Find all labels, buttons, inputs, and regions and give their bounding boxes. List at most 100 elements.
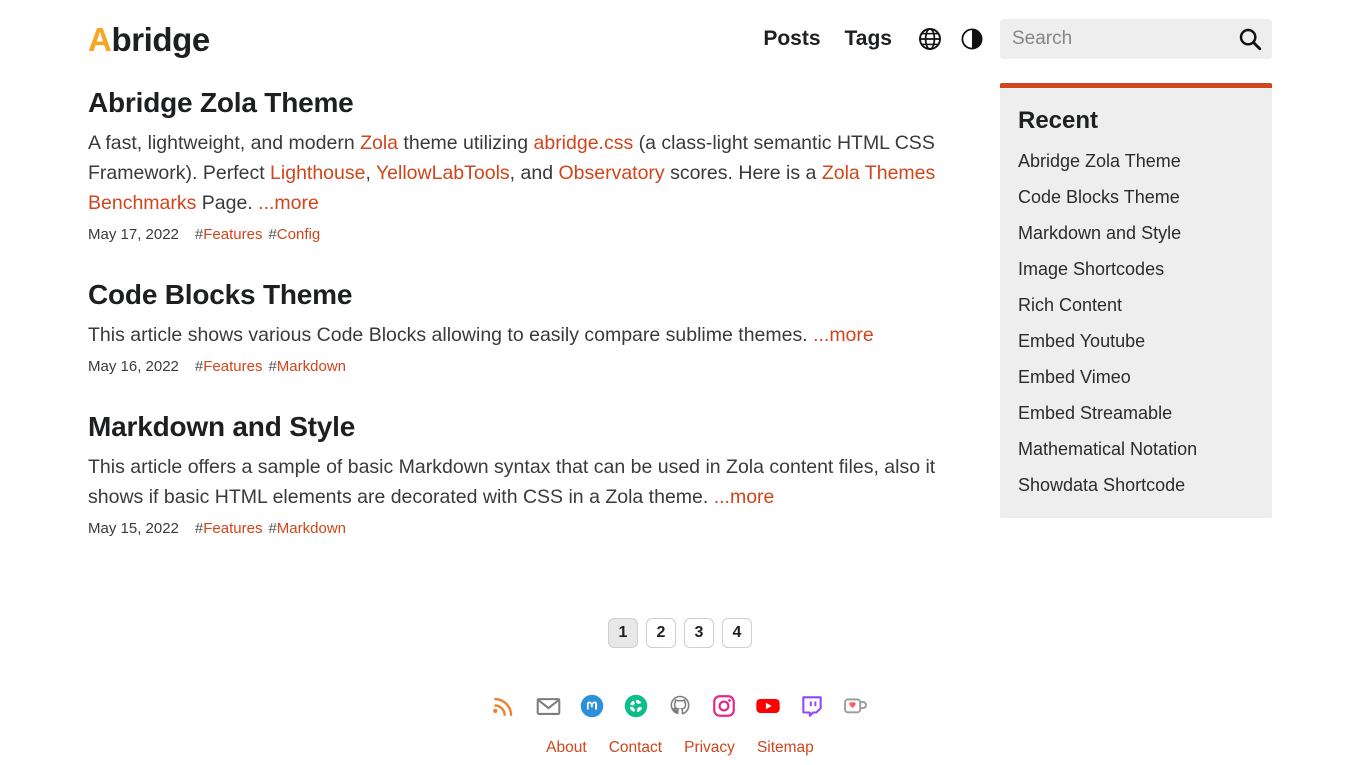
sidebar-list-item: Abridge Zola Theme bbox=[1018, 150, 1254, 172]
pagination-page-1[interactable]: 1 bbox=[608, 618, 638, 648]
tag-hash: # bbox=[194, 520, 204, 537]
search-input[interactable] bbox=[1000, 20, 1272, 58]
post-summary-text: This article offers a sample of basic Ma… bbox=[88, 456, 936, 508]
sidebar-list-item: Rich Content bbox=[1018, 294, 1254, 316]
post-summary: This article shows various Code Blocks a… bbox=[88, 320, 968, 350]
post-date: May 17, 2022 bbox=[88, 226, 179, 243]
page-root: Abridge Posts Tags Search Abridge Zola T… bbox=[0, 0, 1360, 765]
sidebar-list-item: Embed Streamable bbox=[1018, 402, 1254, 424]
tag-hash: # bbox=[268, 226, 277, 243]
social-links bbox=[489, 686, 871, 726]
pagination-page-4[interactable]: 4 bbox=[722, 618, 752, 648]
sidebar-list: Abridge Zola Theme Code Blocks Theme Markd… bbox=[1018, 150, 1254, 496]
inline-link[interactable]: YellowLabTools bbox=[376, 162, 510, 184]
tag-hash: # bbox=[268, 520, 277, 537]
mastodon-icon[interactable] bbox=[577, 691, 607, 721]
tag-label: Markdown bbox=[276, 358, 346, 375]
rss-icon[interactable] bbox=[489, 691, 519, 721]
sidebar-link-4[interactable]: Rich Content bbox=[1018, 295, 1122, 315]
post-tags: #Features #Config bbox=[195, 224, 320, 246]
inline-link[interactable]: Lighthouse bbox=[270, 162, 365, 184]
sidebar-list-item: Embed Youtube bbox=[1018, 330, 1254, 352]
post-summary: This article offers a sample of basic Ma… bbox=[88, 452, 968, 512]
main-nav: Posts Tags bbox=[763, 18, 1272, 60]
pagination-page-3[interactable]: 3 bbox=[684, 618, 714, 648]
tag-label: Features bbox=[203, 358, 263, 375]
footer-link-sitemap[interactable]: Sitemap bbox=[757, 739, 814, 757]
post-date: May 16, 2022 bbox=[88, 358, 179, 375]
tag-label: Config bbox=[276, 226, 321, 243]
email-icon[interactable] bbox=[533, 691, 563, 721]
read-more-link[interactable]: ...more bbox=[258, 192, 319, 214]
post-tag[interactable]: #Features bbox=[195, 224, 263, 246]
post-summary-text: This article shows various Code Blocks a… bbox=[88, 324, 814, 346]
post-tags: #Features #Markdown bbox=[195, 518, 346, 540]
instagram-icon[interactable] bbox=[709, 691, 739, 721]
inline-link[interactable]: Zola Themes Benchmarks bbox=[88, 162, 935, 214]
sidebar-link-5[interactable]: Embed Youtube bbox=[1018, 331, 1145, 351]
recent-sidebar: Recent Abridge Zola Theme Code Blocks The… bbox=[1000, 83, 1272, 518]
inline-link[interactable]: Zola bbox=[360, 132, 398, 154]
github-icon[interactable] bbox=[665, 691, 695, 721]
post-item: Code Blocks Theme This article shows var… bbox=[88, 278, 972, 378]
tag-label: Features bbox=[203, 226, 263, 243]
post-tag[interactable]: #Markdown bbox=[268, 518, 346, 540]
sidebar-link-7[interactable]: Embed Streamable bbox=[1018, 403, 1172, 423]
post-tag[interactable]: #Config bbox=[268, 224, 320, 246]
post-tag[interactable]: #Features bbox=[195, 356, 263, 378]
site-logo[interactable]: Abridge bbox=[88, 20, 210, 60]
sidebar-link-0[interactable]: Abridge Zola Theme bbox=[1018, 151, 1181, 171]
post-meta: May 17, 2022 #Features #Config bbox=[88, 224, 972, 246]
read-more-link[interactable]: ...more bbox=[813, 324, 874, 346]
contrast-icon[interactable] bbox=[958, 18, 986, 60]
inline-link[interactable]: abridge.css bbox=[534, 132, 634, 154]
sidebar-link-2[interactable]: Markdown and Style bbox=[1018, 223, 1181, 243]
footer-link-privacy[interactable]: Privacy bbox=[684, 739, 735, 757]
tag-hash: # bbox=[194, 358, 204, 375]
sidebar-link-8[interactable]: Mathematical Notation bbox=[1018, 439, 1197, 459]
post-tag[interactable]: #Markdown bbox=[268, 356, 346, 378]
nav-tags[interactable]: Tags bbox=[845, 18, 892, 60]
logo-text: bridge bbox=[111, 21, 210, 58]
sidebar-link-1[interactable]: Code Blocks Theme bbox=[1018, 187, 1180, 207]
site-footer: About Contact Privacy Sitemap bbox=[0, 686, 1360, 757]
post-list: Abridge Zola Theme A fast, lightweight, … bbox=[88, 86, 972, 570]
post-summary-text: A fast, lightweight, and modern Zola the… bbox=[88, 132, 936, 214]
search-box[interactable] bbox=[1000, 19, 1272, 59]
pagination-page-2[interactable]: 2 bbox=[646, 618, 676, 648]
kofi-icon[interactable] bbox=[841, 691, 871, 721]
footer-link-contact[interactable]: Contact bbox=[609, 739, 662, 757]
tag-hash: # bbox=[194, 226, 204, 243]
footer-link-about[interactable]: About bbox=[546, 739, 587, 757]
post-title[interactable]: Code Blocks Theme bbox=[88, 278, 352, 312]
post-title[interactable]: Markdown and Style bbox=[88, 410, 355, 444]
twitch-icon[interactable] bbox=[797, 691, 827, 721]
sidebar-list-item: Code Blocks Theme bbox=[1018, 186, 1254, 208]
sidebar-link-6[interactable]: Embed Vimeo bbox=[1018, 367, 1131, 387]
tag-hash: # bbox=[268, 358, 277, 375]
globe-icon[interactable] bbox=[916, 18, 944, 60]
logo-accent-letter: A bbox=[88, 21, 112, 58]
element-icon[interactable] bbox=[621, 691, 651, 721]
post-title[interactable]: Abridge Zola Theme bbox=[88, 86, 354, 120]
sidebar-list-item: Image Shortcodes bbox=[1018, 258, 1254, 280]
site-header: Abridge Posts Tags bbox=[0, 0, 1360, 76]
sidebar-title: Recent bbox=[1018, 107, 1099, 134]
post-meta: May 15, 2022 #Features #Markdown bbox=[88, 518, 972, 540]
sidebar-link-3[interactable]: Image Shortcodes bbox=[1018, 259, 1164, 279]
sidebar-list-item: Mathematical Notation bbox=[1018, 438, 1254, 460]
tag-label: Markdown bbox=[276, 520, 346, 537]
youtube-icon[interactable] bbox=[753, 691, 783, 721]
post-tag[interactable]: #Features bbox=[195, 518, 263, 540]
inline-link[interactable]: Observatory bbox=[558, 162, 664, 184]
nav-posts[interactable]: Posts bbox=[763, 18, 820, 60]
tag-label: Features bbox=[203, 520, 263, 537]
search-icon[interactable] bbox=[1236, 25, 1264, 53]
post-item: Abridge Zola Theme A fast, lightweight, … bbox=[88, 86, 972, 246]
post-date: May 15, 2022 bbox=[88, 520, 179, 537]
post-item: Markdown and Style This article offers a… bbox=[88, 410, 972, 540]
sidebar-link-9[interactable]: Showdata Shortcode bbox=[1018, 475, 1185, 495]
footer-links: About Contact Privacy Sitemap bbox=[546, 739, 814, 757]
post-tags: #Features #Markdown bbox=[195, 356, 346, 378]
read-more-link[interactable]: ...more bbox=[714, 486, 775, 508]
